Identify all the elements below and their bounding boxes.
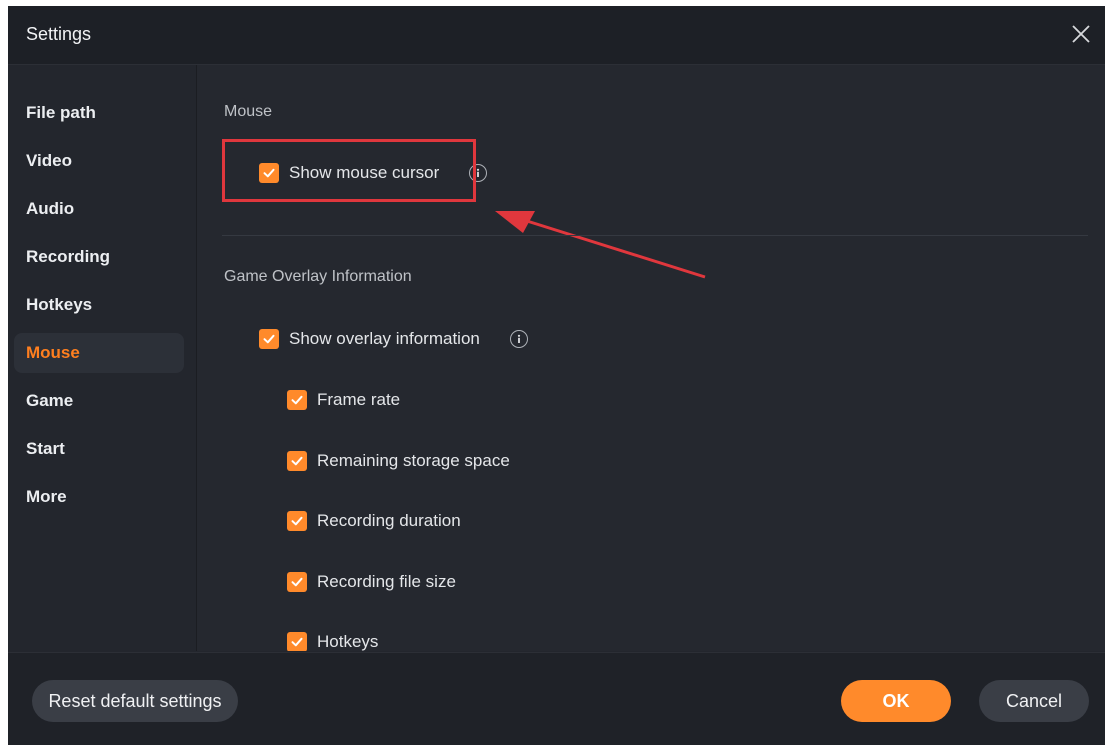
reset-default-button[interactable]: Reset default settings	[32, 680, 238, 722]
recording-file-size-label: Recording file size	[317, 572, 456, 591]
recording-duration-label: Recording duration	[317, 511, 461, 530]
remaining-storage-label: Remaining storage space	[317, 451, 510, 470]
recording-file-size-checkbox[interactable]	[287, 572, 307, 592]
annotation-highlight-box	[222, 139, 476, 202]
sidebar-item-mouse[interactable]: Mouse	[14, 333, 184, 373]
sidebar-item-video[interactable]: Video	[14, 141, 184, 181]
sidebar-item-game[interactable]: Game	[14, 381, 184, 421]
close-button[interactable]	[1065, 18, 1097, 50]
recording-duration-checkbox[interactable]	[287, 511, 307, 531]
sidebar-item-hotkeys[interactable]: Hotkeys	[14, 285, 184, 325]
show-overlay-checkbox[interactable]	[259, 329, 279, 349]
show-overlay-row: Show overlay information	[259, 326, 528, 352]
checkmark-icon	[291, 577, 303, 587]
cancel-button[interactable]: Cancel	[979, 680, 1089, 722]
mouse-section-title: Mouse	[224, 103, 273, 120]
sidebar-item-start[interactable]: Start	[14, 429, 184, 469]
annotation-arrow	[495, 211, 706, 279]
frame-rate-label: Frame rate	[317, 390, 401, 409]
settings-dialog: Settings File path Video Audio Recording…	[8, 6, 1105, 745]
overlay-section-title: Game Overlay Information	[224, 268, 412, 285]
remaining-storage-row: Remaining storage space	[287, 448, 510, 474]
checkmark-icon	[291, 516, 303, 526]
dialog-footer: Reset default settings OK Cancel	[8, 652, 1105, 745]
remaining-storage-checkbox[interactable]	[287, 451, 307, 471]
frame-rate-row: Frame rate	[287, 387, 400, 413]
settings-sidebar: File path Video Audio Recording Hotkeys …	[8, 65, 197, 651]
sidebar-item-file-path[interactable]: File path	[14, 93, 184, 133]
sidebar-item-audio[interactable]: Audio	[14, 189, 184, 229]
frame-rate-checkbox[interactable]	[287, 390, 307, 410]
sidebar-item-more[interactable]: More	[14, 477, 184, 517]
checkmark-icon	[291, 395, 303, 405]
checkmark-icon	[291, 637, 303, 647]
sidebar-item-recording[interactable]: Recording	[14, 237, 184, 277]
checkmark-icon	[263, 334, 275, 344]
recording-duration-row: Recording duration	[287, 508, 461, 534]
section-divider	[222, 235, 1088, 236]
checkmark-icon	[291, 456, 303, 466]
settings-content: Mouse Show mouse cursor Game Overlay Inf…	[197, 65, 1105, 651]
ok-button[interactable]: OK	[841, 680, 951, 722]
hotkeys-overlay-label: Hotkeys	[317, 632, 379, 651]
info-icon[interactable]	[509, 330, 528, 348]
hotkeys-overlay-row: Hotkeys	[287, 629, 378, 651]
hotkeys-overlay-checkbox[interactable]	[287, 632, 307, 651]
title-bar: Settings	[8, 6, 1105, 65]
show-overlay-label: Show overlay information	[289, 329, 480, 348]
close-icon	[1072, 25, 1090, 43]
recording-file-size-row: Recording file size	[287, 569, 456, 595]
dialog-title: Settings	[26, 24, 92, 44]
